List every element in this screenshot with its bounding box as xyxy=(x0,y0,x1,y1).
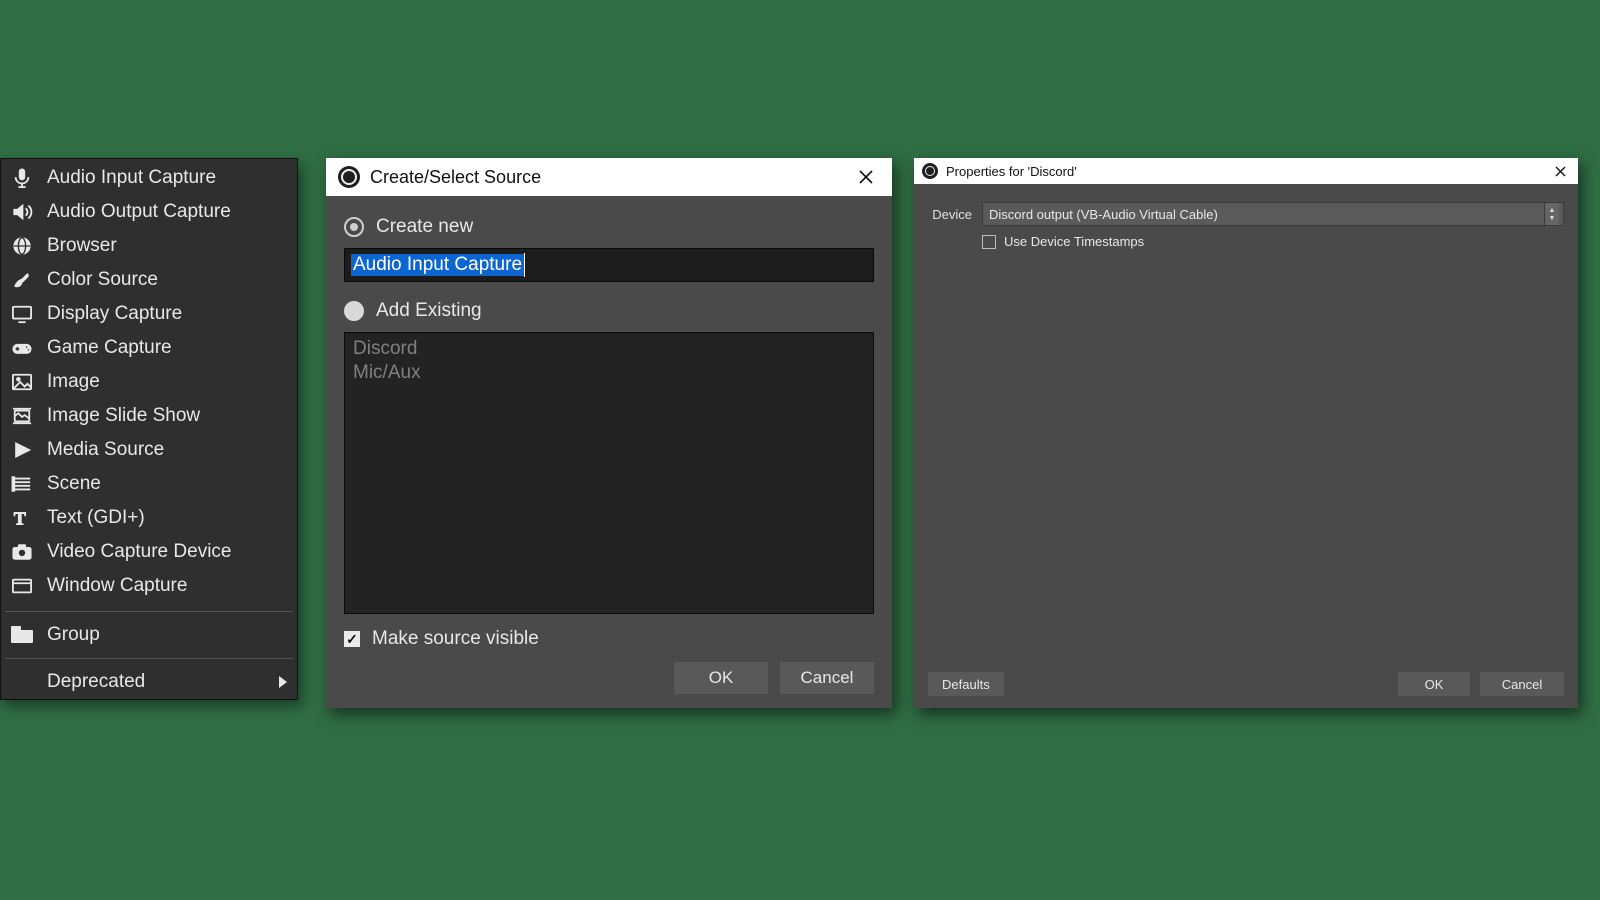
existing-sources-list[interactable]: DiscordMic/Aux xyxy=(344,332,874,614)
obs-app-icon xyxy=(338,166,360,188)
defaults-button[interactable]: Defaults xyxy=(928,672,1004,696)
brush-icon xyxy=(9,268,35,292)
image-icon xyxy=(9,370,35,394)
existing-source-item[interactable]: Mic/Aux xyxy=(353,361,865,385)
menu-item-audio-output-capture[interactable]: Audio Output Capture xyxy=(1,195,297,229)
mic-icon xyxy=(9,166,35,190)
menu-item-label: Video Capture Device xyxy=(47,541,231,563)
menu-item-label: Media Source xyxy=(47,439,164,461)
cancel-button[interactable]: Cancel xyxy=(780,662,874,694)
play-icon xyxy=(9,438,35,462)
globe-icon xyxy=(9,234,35,258)
menu-item-deprecated[interactable]: Deprecated xyxy=(1,665,297,699)
radio-create-new[interactable]: Create new xyxy=(344,212,874,248)
radio-label: Create new xyxy=(376,216,473,238)
menu-item-label: Deprecated xyxy=(47,671,145,693)
menu-item-label: Browser xyxy=(47,235,117,257)
ok-button[interactable]: OK xyxy=(1398,672,1470,696)
menu-item-label: Group xyxy=(47,624,100,646)
use-timestamps-label: Use Device Timestamps xyxy=(1004,234,1144,249)
menu-item-scene[interactable]: Scene xyxy=(1,467,297,501)
dropdown-caret-icon: ▲▼ xyxy=(1544,203,1559,225)
radio-icon xyxy=(344,217,364,237)
menu-item-label: Audio Output Capture xyxy=(47,201,231,223)
make-visible-checkbox[interactable]: ✓ Make source visible xyxy=(344,614,874,660)
ok-button[interactable]: OK xyxy=(674,662,768,694)
menu-item-label: Audio Input Capture xyxy=(47,167,216,189)
menu-item-label: Image Slide Show xyxy=(47,405,200,427)
window-icon xyxy=(9,574,35,598)
device-dropdown-value: Discord output (VB-Audio Virtual Cable) xyxy=(989,207,1218,222)
close-button[interactable] xyxy=(1549,166,1572,177)
menu-item-audio-input-capture[interactable]: Audio Input Capture xyxy=(1,161,297,195)
chevron-right-icon xyxy=(279,676,287,688)
folder-icon xyxy=(9,623,35,647)
dialog-title: Create/Select Source xyxy=(370,167,541,188)
speaker-icon xyxy=(9,200,35,224)
menu-separator xyxy=(5,658,293,659)
radio-icon xyxy=(344,301,364,321)
device-label: Device xyxy=(928,207,972,222)
device-dropdown[interactable]: Discord output (VB-Audio Virtual Cable) … xyxy=(982,202,1564,226)
radio-add-existing[interactable]: Add Existing xyxy=(344,296,874,332)
gamepad-icon xyxy=(9,336,35,360)
menu-item-window-capture[interactable]: Window Capture xyxy=(1,569,297,603)
menu-item-label: Color Source xyxy=(47,269,158,291)
source-name-input[interactable]: Audio Input Capture xyxy=(344,248,874,282)
menu-item-label: Display Capture xyxy=(47,303,182,325)
dialog-title: Properties for 'Discord' xyxy=(946,164,1077,179)
menu-item-text-gdi[interactable]: T Text (GDI+) xyxy=(1,501,297,535)
obs-app-icon xyxy=(922,163,938,179)
menu-item-browser[interactable]: Browser xyxy=(1,229,297,263)
text-icon: T xyxy=(9,506,35,530)
menu-item-video-capture-device[interactable]: Video Capture Device xyxy=(1,535,297,569)
scene-icon xyxy=(9,472,35,496)
radio-label: Add Existing xyxy=(376,300,482,322)
menu-item-label: Window Capture xyxy=(47,575,187,597)
menu-item-label: Text (GDI+) xyxy=(47,507,145,529)
monitor-icon xyxy=(9,302,35,326)
menu-item-label: Scene xyxy=(47,473,101,495)
close-button[interactable] xyxy=(848,167,884,187)
cancel-button[interactable]: Cancel xyxy=(1480,672,1564,696)
use-timestamps-checkbox[interactable] xyxy=(982,235,996,249)
source-name-value: Audio Input Capture xyxy=(351,254,524,276)
blank-icon xyxy=(9,670,35,694)
checkbox-icon: ✓ xyxy=(344,631,360,647)
add-source-context-menu[interactable]: Audio Input Capture Audio Output Capture B… xyxy=(0,158,298,700)
existing-source-item[interactable]: Discord xyxy=(353,337,865,361)
menu-separator xyxy=(5,611,293,612)
properties-dialog: Properties for 'Discord' Device Discord … xyxy=(914,158,1578,708)
menu-item-color-source[interactable]: Color Source xyxy=(1,263,297,297)
menu-item-label: Image xyxy=(47,371,100,393)
menu-item-game-capture[interactable]: Game Capture xyxy=(1,331,297,365)
menu-item-image[interactable]: Image xyxy=(1,365,297,399)
menu-item-image-slide-show[interactable]: Image Slide Show xyxy=(1,399,297,433)
checkbox-label: Make source visible xyxy=(372,628,539,650)
create-select-source-dialog: Create/Select Source Create new Audio In… xyxy=(326,158,892,708)
svg-text:T: T xyxy=(14,508,26,528)
slideshow-icon xyxy=(9,404,35,428)
dialog-titlebar[interactable]: Properties for 'Discord' xyxy=(914,158,1578,184)
menu-item-label: Game Capture xyxy=(47,337,172,359)
dialog-titlebar[interactable]: Create/Select Source xyxy=(326,158,892,196)
menu-item-media-source[interactable]: Media Source xyxy=(1,433,297,467)
camera-icon xyxy=(9,540,35,564)
menu-item-display-capture[interactable]: Display Capture xyxy=(1,297,297,331)
menu-item-group[interactable]: Group xyxy=(1,618,297,652)
